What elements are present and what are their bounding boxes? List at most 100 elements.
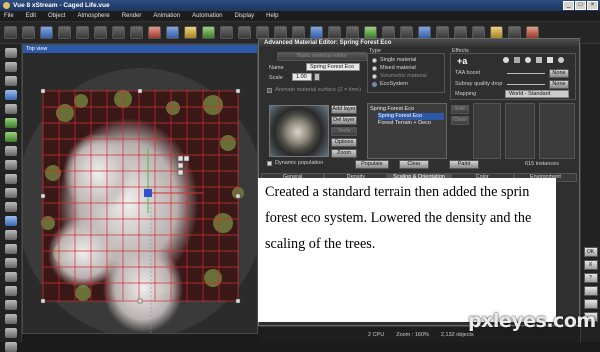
paste-icon[interactable]: [94, 26, 107, 39]
cut-icon[interactable]: [58, 26, 71, 39]
scale-field[interactable]: 1.00: [292, 73, 312, 81]
animate-label: Animate material surface (Z = time): [275, 87, 362, 93]
ok-button[interactable]: OK: [583, 247, 598, 257]
top-view-viewport[interactable]: Top view: [22, 44, 258, 334]
scale-spinner[interactable]: [314, 73, 320, 81]
type-ecosystem-radio[interactable]: EcoSystem: [372, 80, 444, 88]
camera-icon[interactable]: [220, 26, 233, 39]
menu-help[interactable]: Help: [266, 13, 278, 19]
import-icon[interactable]: [5, 300, 17, 310]
boolean-icon[interactable]: [5, 244, 17, 254]
plane-icon[interactable]: [5, 202, 17, 212]
light-point-icon[interactable]: [5, 258, 17, 268]
instances-count: 615 instances: [525, 161, 559, 167]
tools-button[interactable]: Tools: [331, 127, 357, 136]
library-icon[interactable]: [5, 314, 17, 324]
spotlight-icon[interactable]: [5, 272, 17, 282]
text-icon[interactable]: [5, 62, 17, 72]
menu-display[interactable]: Display: [234, 13, 254, 19]
plant-icon[interactable]: [202, 26, 215, 39]
clear-button[interactable]: Clear: [399, 160, 429, 169]
redo-icon[interactable]: [130, 26, 143, 39]
menu-file[interactable]: File: [4, 13, 14, 19]
title-bar: Vue 8 xStream - Caged Life.vue _ □ ×: [0, 0, 600, 11]
animate-checkbox[interactable]: [267, 88, 272, 93]
edit-button[interactable]: Edit: [451, 105, 469, 114]
del-layer-button[interactable]: Del layer: [331, 116, 357, 125]
sun-icon[interactable]: [184, 26, 197, 39]
type-single-radio[interactable]: Single material: [372, 56, 444, 64]
open-icon[interactable]: [22, 26, 35, 39]
tree-item-terrain[interactable]: Forest Terrain + Deco: [378, 120, 444, 127]
type-mixed-radio[interactable]: Mixed material: [372, 64, 444, 72]
side-icon-2[interactable]: [583, 299, 598, 309]
effect-light-icon[interactable]: [547, 57, 553, 63]
effect-sun-icon[interactable]: [503, 57, 509, 63]
gizmo-center: [144, 189, 152, 197]
water-icon[interactable]: [5, 90, 17, 100]
move-icon[interactable]: [238, 26, 251, 39]
save-icon[interactable]: [40, 26, 53, 39]
subray-label: Subray quality drop: [455, 81, 503, 87]
camera-object-icon[interactable]: [5, 286, 17, 296]
maximize-button[interactable]: □: [575, 1, 586, 10]
effect-dot-icon[interactable]: [558, 57, 564, 63]
viewport-header: Top view: [23, 45, 257, 53]
layer-tree: Spring Forest Eco Spring Forest Eco Fore…: [367, 103, 447, 159]
clear-side-button[interactable]: Clear: [451, 116, 469, 125]
menu-edit[interactable]: Edit: [26, 13, 36, 19]
paint-button[interactable]: Paint: [449, 160, 479, 169]
cube-icon[interactable]: [5, 146, 17, 156]
fx-icon[interactable]: [5, 342, 17, 352]
new-scene-icon[interactable]: [4, 26, 17, 39]
undo-icon[interactable]: [112, 26, 125, 39]
copy-icon[interactable]: [76, 26, 89, 39]
zoom-button[interactable]: Zoom: [331, 149, 357, 158]
cloud-icon[interactable]: [5, 216, 17, 226]
menu-atmosphere[interactable]: Atmosphere: [77, 13, 109, 19]
atmosphere-icon[interactable]: [166, 26, 179, 39]
effect-bump-icon[interactable]: +a: [457, 56, 467, 66]
close-button[interactable]: ×: [587, 1, 598, 10]
material-preview[interactable]: [269, 105, 329, 157]
mapping-select[interactable]: World - Standard: [505, 90, 569, 98]
cylinder-icon[interactable]: [5, 160, 17, 170]
name-field[interactable]: Spring Forest Eco: [306, 63, 360, 71]
torus-icon[interactable]: [5, 188, 17, 198]
menu-animation[interactable]: Animation: [153, 13, 180, 19]
particle-icon[interactable]: [5, 328, 17, 338]
taa-value[interactable]: None: [549, 69, 569, 78]
cancel-button[interactable]: X: [583, 260, 598, 270]
tree-item-root[interactable]: Spring Forest Eco: [370, 106, 444, 113]
menu-render[interactable]: Render: [122, 13, 142, 19]
preview-slot-3: [539, 103, 575, 159]
cone-icon[interactable]: [5, 174, 17, 184]
side-icon-1[interactable]: [583, 286, 598, 296]
effect-stripe-icon[interactable]: [514, 57, 520, 63]
minimize-button[interactable]: _: [563, 1, 574, 10]
effect-glow-icon[interactable]: [525, 57, 531, 63]
metaball-icon[interactable]: [5, 230, 17, 240]
taa-label: TAA boost: [455, 70, 480, 76]
menu-object[interactable]: Object: [48, 13, 65, 19]
subray-slider[interactable]: [507, 84, 545, 85]
populate-button[interactable]: Populate: [355, 160, 389, 169]
effect-shadow-icon[interactable]: [536, 57, 542, 63]
type-volumetric-radio[interactable]: Volumetric material: [372, 72, 444, 80]
dynamic-population-checkbox[interactable]: [267, 161, 272, 166]
basic-editor-button[interactable]: Basic material editor: [277, 52, 367, 61]
rock-icon[interactable]: [5, 104, 17, 114]
subray-value[interactable]: None: [549, 80, 569, 89]
tree-item-selected[interactable]: Spring Forest Eco: [378, 113, 444, 120]
tree-icon[interactable]: [5, 118, 17, 128]
add-layer-button[interactable]: Add layer: [331, 105, 357, 114]
taa-slider[interactable]: [507, 73, 545, 74]
render-icon[interactable]: [148, 26, 161, 39]
options-button[interactable]: Options: [331, 138, 357, 147]
plant-editor-icon[interactable]: [5, 132, 17, 142]
menu-automation[interactable]: Automation: [192, 13, 222, 19]
help-button[interactable]: ?: [583, 273, 598, 283]
sphere-icon[interactable]: [5, 48, 17, 58]
terrain-icon[interactable]: [5, 76, 17, 86]
editor-title-bar: Advanced Material Editor: Spring Forest …: [259, 39, 579, 47]
